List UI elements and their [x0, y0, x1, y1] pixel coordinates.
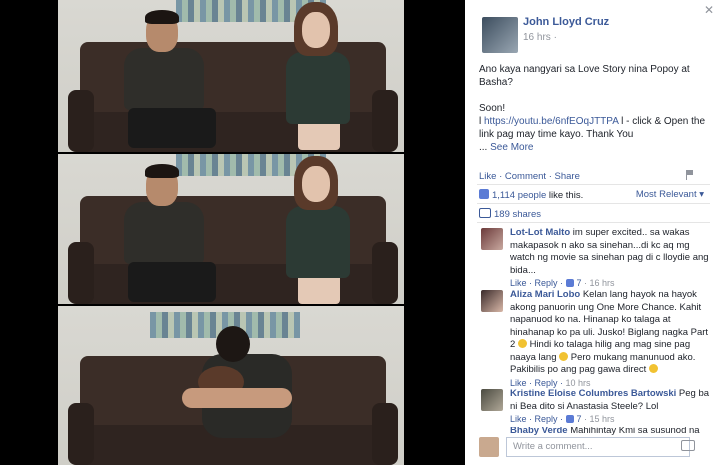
comment-actions-links[interactable]: Like · Reply · — [510, 414, 566, 424]
comment-actions: Like · Reply · 7 · 15 hrs — [510, 413, 710, 426]
smiley-emoji-icon — [648, 364, 658, 373]
smiley-emoji-icon — [559, 351, 569, 361]
comment-actions-links[interactable]: Like · Reply · — [510, 278, 566, 288]
action-separator: · — [546, 171, 555, 182]
post-header: John Lloyd Cruz 16 hrs · — [465, 0, 720, 53]
likes-count[interactable]: 1,114 people — [492, 190, 546, 201]
commenter-avatar[interactable] — [481, 228, 503, 250]
comment-time[interactable]: · 16 hrs — [582, 278, 615, 288]
post-sidebar: ✕ John Lloyd Cruz 16 hrs · Ano kaya nang… — [465, 0, 720, 465]
user-avatar — [479, 437, 499, 457]
woman-figure — [280, 156, 360, 304]
comment-body: Kristine Eloise Columbres Bartowski Peg … — [510, 388, 710, 426]
comment-input[interactable]: Write a comment... — [506, 437, 690, 457]
thumbs-up-icon — [479, 189, 489, 199]
post-timestamp[interactable]: 16 hrs · — [523, 32, 557, 43]
man-figure — [118, 164, 216, 304]
share-link[interactable]: Share — [555, 171, 580, 182]
shares-label[interactable]: 189 shares — [494, 209, 541, 220]
comment-link[interactable]: Comment — [505, 171, 546, 182]
author-avatar[interactable] — [482, 17, 518, 53]
photo-frame-middle — [58, 154, 404, 304]
comment-item: Bhaby Verde Mahihintay Kmi sa susunod na — [481, 427, 709, 435]
photo-frame-bottom — [58, 306, 404, 465]
post-time[interactable]: 16 hrs — [523, 32, 551, 43]
commenter-avatar[interactable] — [481, 389, 503, 411]
camera-icon[interactable] — [681, 440, 695, 451]
man-figure — [118, 10, 216, 152]
comment-body: Lot-Lot Malto im super excited.. sa waka… — [510, 227, 710, 290]
comment-composer: Write a comment... — [479, 437, 709, 457]
comment-time[interactable]: 10 hrs — [566, 378, 591, 388]
audience-separator: · — [553, 32, 557, 43]
comment-text: Mahihintay Kmi sa susunod na — [567, 427, 700, 435]
shares-count[interactable]: 189 shares — [479, 208, 541, 220]
flag-icon[interactable] — [686, 170, 696, 180]
post-actions: Like · Comment · Share — [479, 171, 580, 182]
share-icon — [479, 208, 491, 218]
comment-actions: Like · Reply · 7 · 16 hrs — [510, 277, 710, 290]
comment-body: Bhaby Verde Mahihintay Kmi sa susunod na — [510, 427, 709, 435]
action-separator: · — [496, 171, 505, 182]
commenter-avatar[interactable] — [481, 290, 503, 312]
post-text-line: Ano kaya nangyari sa Love Story nina Pop… — [479, 64, 690, 88]
ellipsis: ... — [479, 142, 491, 153]
divider — [477, 222, 710, 223]
divider — [477, 184, 710, 185]
comment-body: Aliza Mari Lobo Kelan lang hayok na hayo… — [510, 289, 710, 389]
commenter-name[interactable]: Aliza Mari Lobo — [510, 289, 580, 300]
commenter-name[interactable]: Bhaby Verde — [510, 427, 568, 435]
post-text-soon: Soon! — [479, 103, 506, 114]
woman-figure — [280, 2, 360, 150]
thumbs-up-icon — [565, 415, 574, 423]
like-link[interactable]: Like — [479, 171, 496, 182]
thumbs-up-icon — [565, 279, 574, 287]
embracing-couple — [168, 326, 318, 465]
see-more-link[interactable]: See More — [490, 142, 533, 153]
smiley-emoji-icon — [517, 339, 527, 348]
author-name[interactable]: John Lloyd Cruz — [523, 16, 609, 28]
post-text: Ano kaya nangyari sa Love Story nina Pop… — [479, 63, 711, 154]
comment-time[interactable]: · 15 hrs — [582, 414, 615, 424]
post-link[interactable]: https://youtu.be/6nfEOqJTTPA — [484, 116, 618, 127]
sort-dropdown[interactable]: Most Relevant ▾ — [636, 189, 704, 200]
commenter-name[interactable]: Lot-Lot Malto — [510, 227, 570, 238]
likes-summary: 1,114 people like this. — [479, 189, 583, 201]
likes-suffix: like this. — [546, 190, 584, 201]
commenter-name[interactable]: Kristine Eloise Columbres Bartowski — [510, 388, 676, 399]
photo-viewer[interactable] — [0, 0, 465, 465]
photo-frame-top — [58, 0, 404, 152]
divider — [477, 203, 710, 204]
comment-actions-links[interactable]: Like · Reply · — [510, 378, 566, 388]
